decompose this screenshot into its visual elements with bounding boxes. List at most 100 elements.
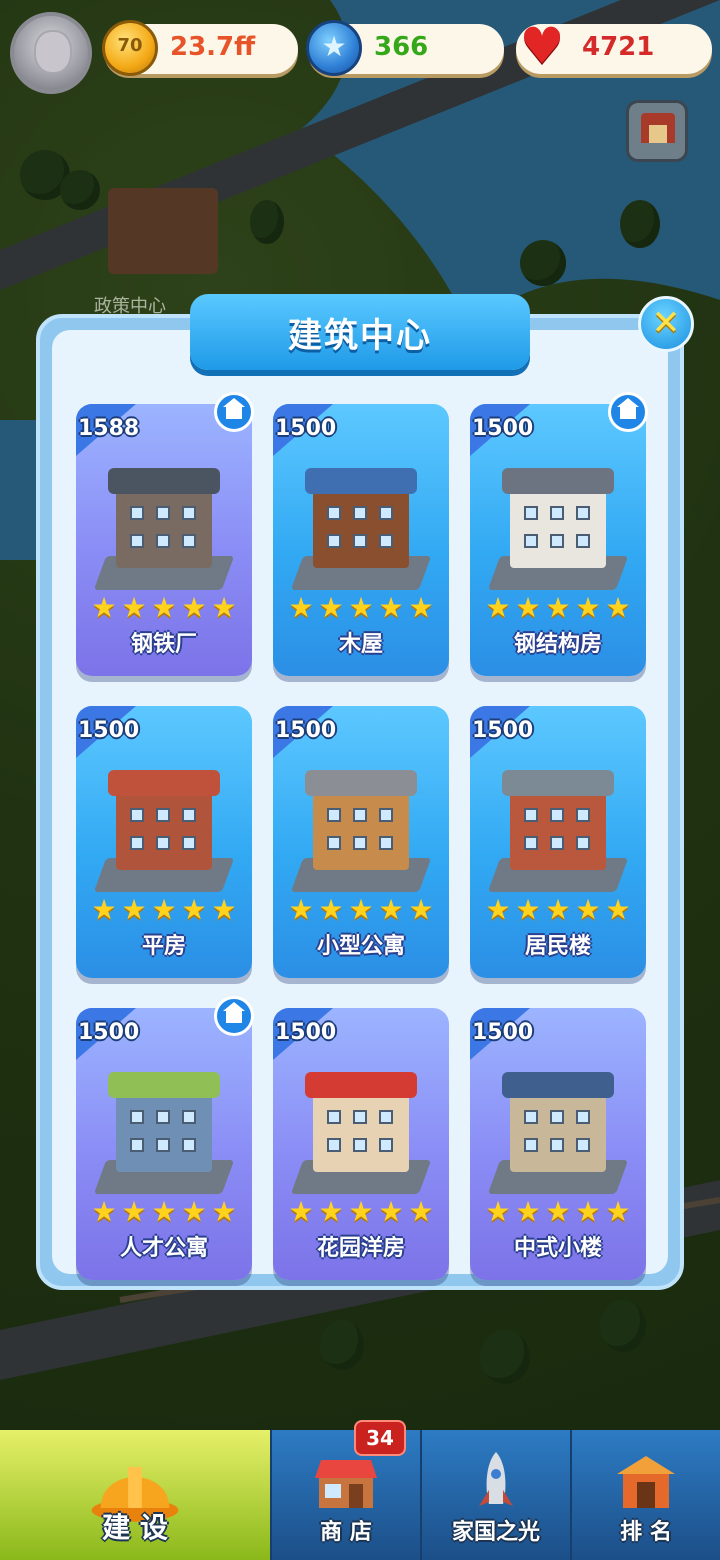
building-price: 1500 (472, 1020, 534, 1045)
star-icon: ★ (211, 1195, 237, 1228)
building-window (353, 1138, 367, 1152)
dialog-title: 建筑中心 (288, 316, 432, 356)
star-rating: ★ ★ ★ ★ ★ (273, 896, 449, 926)
building-name: 花园洋房 (316, 1236, 405, 1261)
close-button[interactable]: ✕ (638, 296, 694, 352)
star-icon: ★ (121, 1195, 147, 1228)
building-card[interactable]: 1500 ★ ★ ★ ★ ★ 小型公寓 (273, 706, 449, 978)
building-body (313, 482, 409, 568)
star-icon: ★ (318, 893, 344, 926)
rocket-icon (479, 1452, 513, 1506)
building-price: 1500 (275, 416, 337, 441)
star-icon: ★ (515, 591, 541, 624)
star-icon: ★ (605, 893, 631, 926)
building-price: 1588 (78, 416, 140, 441)
building-roof (305, 1072, 417, 1098)
building-card[interactable]: 1500 ★ ★ ★ ★ ★ 居民楼 (470, 706, 646, 978)
home-icon (214, 996, 254, 1036)
building-illustration (290, 762, 432, 892)
house-shape (617, 398, 639, 419)
building-window (576, 506, 590, 520)
star-icon: ★ (151, 591, 177, 624)
coin-icon-label: 70 (117, 35, 143, 56)
building-window (327, 506, 341, 520)
building-card[interactable]: 1500 ★ ★ ★ ★ ★ 木屋 (273, 404, 449, 676)
building-window (327, 1138, 341, 1152)
coin-amount: 23.7ff (170, 32, 256, 62)
building-price: 1500 (78, 718, 140, 743)
star-counter[interactable]: ★ 366 (306, 20, 504, 76)
building-name: 小型公寓 (316, 934, 405, 959)
dialog-title-banner: 建筑中心 (190, 294, 530, 370)
star-icon: ★ (318, 1195, 344, 1228)
building-card[interactable]: 1500 ★ ★ ★ ★ ★ 花园洋房 (273, 1008, 449, 1280)
star-icon: ★ (288, 591, 314, 624)
star-icon: ★ (318, 591, 344, 624)
house-shape (223, 398, 245, 419)
star-icon: ★ (408, 591, 434, 624)
building-window (524, 1138, 538, 1152)
building-window (550, 1110, 564, 1124)
building-window (130, 836, 144, 850)
building-window (524, 836, 538, 850)
star-icon: ★ (181, 893, 207, 926)
star-icon: ★ (181, 591, 207, 624)
heart-counter[interactable]: ♥ 4721 (516, 20, 712, 74)
building-window (524, 506, 538, 520)
building-window (576, 1138, 590, 1152)
heart-amount: 4721 (582, 32, 655, 62)
building-card[interactable]: 1500 ★ ★ ★ ★ ★ 钢结构房 (470, 404, 646, 676)
building-card[interactable]: 1500 ★ ★ ★ ★ ★ 中式小楼 (470, 1008, 646, 1280)
star-icon: ★ (545, 893, 571, 926)
building-window (576, 1110, 590, 1124)
coin-icon: 70 (102, 20, 158, 76)
star-icon: ★ (348, 1195, 374, 1228)
building-window (379, 1110, 393, 1124)
nav-rank[interactable]: 排 名 (570, 1430, 720, 1560)
building-window (130, 506, 144, 520)
building-window (379, 1138, 393, 1152)
star-icon: ★ (378, 591, 404, 624)
building-window (327, 808, 341, 822)
building-card[interactable]: 1588 ★ ★ ★ ★ ★ 钢铁厂 (76, 404, 252, 676)
star-icon: ★ (91, 893, 117, 926)
building-price: 1500 (472, 416, 534, 441)
nav-build[interactable]: 建 设 (0, 1430, 270, 1560)
building-window (327, 1110, 341, 1124)
player-avatar[interactable] (10, 12, 92, 94)
star-icon: ★ (485, 893, 511, 926)
building-roof (502, 1072, 614, 1098)
building-body (116, 482, 212, 568)
star-icon: ★ (515, 893, 541, 926)
building-window (130, 808, 144, 822)
building-window (182, 1138, 196, 1152)
building-card[interactable]: 1500 ★ ★ ★ ★ ★ 平房 (76, 706, 252, 978)
building-window (156, 836, 170, 850)
house-shape (223, 1002, 245, 1023)
heart-icon: ♥ (519, 17, 565, 75)
building-name: 钢结构房 (513, 632, 602, 657)
building-window (576, 808, 590, 822)
star-icon: ★ (408, 893, 434, 926)
building-window (182, 534, 196, 548)
building-body (116, 784, 212, 870)
star-rating: ★ ★ ★ ★ ★ (76, 1198, 252, 1228)
building-card[interactable]: 1500 ★ ★ ★ ★ ★ 人才公寓 (76, 1008, 252, 1280)
building-illustration (93, 1064, 235, 1194)
building-illustration (487, 1064, 629, 1194)
building-shortcut-button[interactable] (626, 100, 688, 162)
building-window (550, 1138, 564, 1152)
shop-icon (315, 1460, 377, 1508)
star-icon: ★ (605, 591, 631, 624)
nav-homeland[interactable]: 家国之光 (420, 1430, 570, 1560)
building-price: 1500 (78, 1020, 140, 1045)
star-icon: ★ (121, 893, 147, 926)
coin-counter[interactable]: 70 23.7ff (102, 20, 298, 76)
building-window (156, 506, 170, 520)
building-window (130, 1138, 144, 1152)
building-window (576, 534, 590, 548)
building-window (182, 808, 196, 822)
nav-build-label: 建 设 (102, 1511, 168, 1544)
star-rating: ★ ★ ★ ★ ★ (273, 594, 449, 624)
star-icon: ★ (378, 893, 404, 926)
